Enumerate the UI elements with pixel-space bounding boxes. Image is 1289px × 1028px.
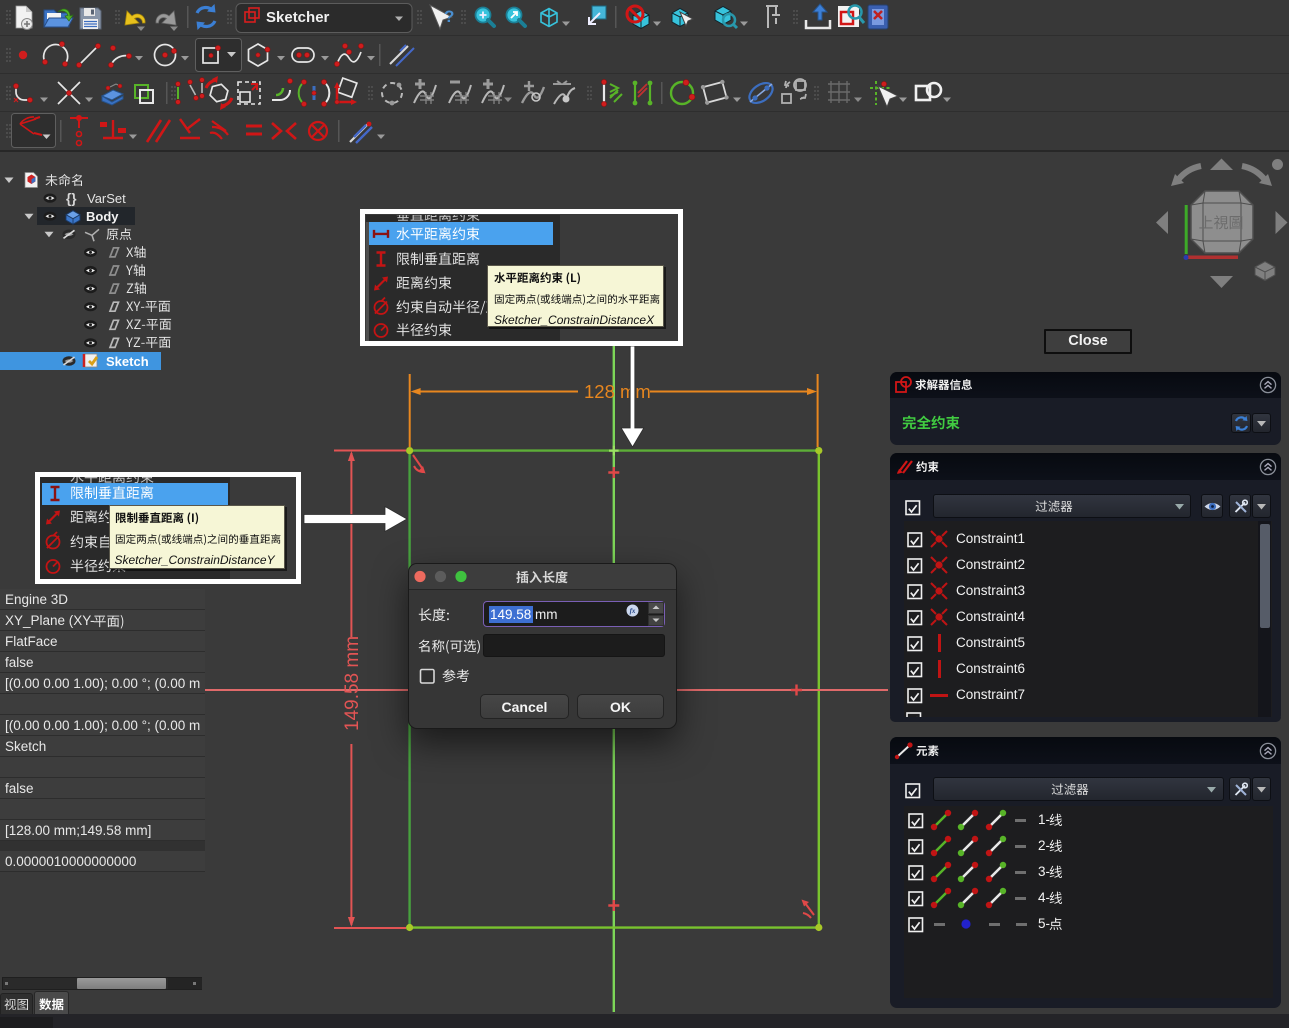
svg-text:fx: fx [630, 607, 636, 615]
svg-text:149.58 mm: 149.58 mm [342, 636, 363, 731]
